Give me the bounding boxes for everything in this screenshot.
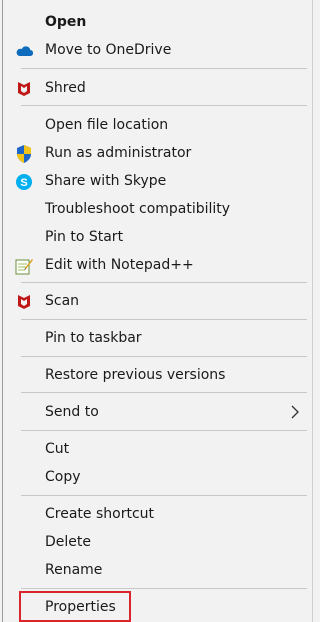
- menu-item-restore-previous-versions[interactable]: Restore previous versions: [3, 361, 312, 389]
- menu-item-send-to[interactable]: Send to: [3, 398, 312, 426]
- chevron-right-icon: [288, 404, 302, 420]
- menu-separator: [21, 356, 307, 357]
- menu-item-move-to-onedrive[interactable]: Move to OneDrive: [3, 36, 312, 64]
- menu-item-label: Restore previous versions: [45, 367, 226, 383]
- menu-item-label: Open: [45, 14, 87, 30]
- menu-item-open[interactable]: Open: [3, 8, 312, 36]
- menu-item-label: Move to OneDrive: [45, 42, 172, 58]
- menu-item-rename[interactable]: Rename: [3, 556, 312, 584]
- menu-item-label: Pin to taskbar: [45, 330, 142, 346]
- menu-item-label: Open file location: [45, 117, 169, 133]
- menu-item-label: Copy: [45, 469, 81, 485]
- menu-item-label: Cut: [45, 441, 70, 457]
- mcafee-icon: [14, 79, 34, 99]
- menu-separator: [21, 430, 307, 431]
- menu-item-delete[interactable]: Delete: [3, 528, 312, 556]
- menu-item-label: Share with Skype: [45, 173, 167, 189]
- highlight-box: [19, 591, 131, 622]
- menu-item-label: Scan: [45, 293, 80, 309]
- menu-item-shred[interactable]: Shred: [3, 74, 312, 102]
- menu-item-label: Send to: [45, 404, 99, 420]
- menu-item-edit-with-notepadpp[interactable]: Edit with Notepad++: [3, 251, 312, 279]
- menu-separator: [21, 68, 307, 69]
- menu-item-label: Pin to Start: [45, 229, 124, 245]
- menu-item-label: Create shortcut: [45, 506, 155, 522]
- context-menu: Open Move to OneDrive Shred Open file lo…: [2, 0, 313, 622]
- onedrive-icon: [14, 41, 34, 61]
- menu-item-pin-to-start[interactable]: Pin to Start: [3, 223, 312, 251]
- menu-item-label: Troubleshoot compatibility: [45, 201, 231, 217]
- menu-item-cut[interactable]: Cut: [3, 435, 312, 463]
- menu-separator: [21, 105, 307, 106]
- menu-item-scan[interactable]: Scan: [3, 287, 312, 315]
- menu-separator: [21, 495, 307, 496]
- menu-item-label: Run as administrator: [45, 145, 192, 161]
- menu-item-share-with-skype[interactable]: S Share with Skype: [3, 167, 312, 195]
- uac-shield-icon: [14, 144, 34, 164]
- menu-item-run-as-administrator[interactable]: Run as administrator: [3, 139, 312, 167]
- menu-item-troubleshoot-compatibility[interactable]: Troubleshoot compatibility: [3, 195, 312, 223]
- notepadpp-icon: [14, 256, 34, 276]
- skype-icon: S: [14, 172, 34, 192]
- menu-item-open-file-location[interactable]: Open file location: [3, 111, 312, 139]
- menu-item-label: Delete: [45, 534, 91, 550]
- menu-separator: [21, 282, 307, 283]
- menu-separator: [21, 319, 307, 320]
- menu-separator: [21, 392, 307, 393]
- menu-item-label: Shred: [45, 80, 86, 96]
- mcafee-icon: [14, 292, 34, 312]
- svg-text:S: S: [20, 177, 27, 189]
- menu-item-pin-to-taskbar[interactable]: Pin to taskbar: [3, 324, 312, 352]
- menu-separator: [21, 588, 307, 589]
- menu-item-copy[interactable]: Copy: [3, 463, 312, 491]
- menu-item-create-shortcut[interactable]: Create shortcut: [3, 500, 312, 528]
- menu-item-label: Rename: [45, 562, 103, 578]
- menu-item-label: Edit with Notepad++: [45, 257, 194, 273]
